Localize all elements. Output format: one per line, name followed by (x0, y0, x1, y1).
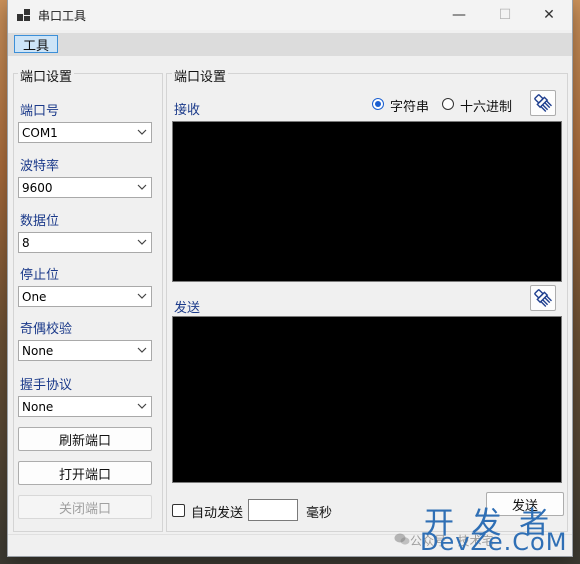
close-port-button[interactable]: 关闭端口 (18, 495, 152, 519)
chevron-down-icon (137, 239, 147, 245)
chevron-down-icon (137, 293, 147, 299)
menu-item-tools[interactable]: 工具 (14, 35, 58, 54)
auto-send-label[interactable]: 自动发送 (191, 502, 243, 521)
parity-select[interactable]: None (18, 340, 152, 361)
interval-input[interactable] (248, 499, 298, 521)
stopbits-label: 停止位 (20, 268, 60, 283)
chevron-down-icon (137, 347, 147, 353)
open-port-button[interactable]: 打开端口 (18, 461, 152, 485)
watermark: 开 发 者 公众号 · 技术宅 DevZe.CoM (380, 498, 570, 558)
string-mode-radio[interactable] (372, 98, 384, 110)
port-label: 端口号 (20, 104, 60, 119)
refresh-port-button[interactable]: 刷新端口 (18, 427, 152, 451)
handshake-label: 握手协议 (20, 378, 73, 393)
title-bar: 串口工具 — ☐ ✕ (8, 0, 572, 30)
parity-label: 奇偶校验 (20, 322, 73, 337)
window-title: 串口工具 (38, 9, 87, 23)
brush-icon (534, 94, 552, 112)
menu-bar: 工具 (8, 33, 572, 56)
receive-textarea[interactable] (172, 121, 562, 282)
interval-unit: 毫秒 (306, 506, 333, 521)
handshake-select-value: None (22, 400, 54, 414)
brush-icon (534, 289, 552, 307)
wechat-icon (394, 533, 410, 545)
databits-select[interactable]: 8 (18, 232, 152, 253)
port-settings-title: 端口设置 (18, 66, 75, 85)
handshake-select[interactable]: None (18, 396, 152, 417)
maximize-button[interactable]: ☐ (482, 0, 528, 30)
stopbits-select-value: One (22, 290, 47, 304)
baud-label: 波特率 (20, 159, 60, 174)
app-window: 串口工具 — ☐ ✕ 工具 端口设置 端口号 COM1 波特率 9600 数据位… (8, 0, 572, 556)
io-group-title: 端口设置 (172, 66, 229, 85)
auto-send-checkbox[interactable] (172, 504, 185, 517)
databits-label: 数据位 (20, 214, 60, 229)
receive-label: 接收 (174, 103, 201, 118)
databits-select-value: 8 (22, 236, 30, 250)
string-mode-label[interactable]: 字符串 (390, 96, 429, 115)
stopbits-select[interactable]: One (18, 286, 152, 307)
clear-receive-button[interactable] (530, 90, 556, 116)
chevron-down-icon (137, 129, 147, 135)
send-label: 发送 (174, 301, 201, 316)
hex-mode-radio[interactable] (442, 98, 454, 110)
hex-mode-label[interactable]: 十六进制 (460, 96, 512, 115)
watermark-bottom-text: DevZe.CoM (420, 528, 568, 556)
send-textarea[interactable] (172, 316, 562, 483)
parity-select-value: None (22, 344, 54, 358)
port-select-value: COM1 (22, 126, 58, 140)
chevron-down-icon (137, 184, 147, 190)
baud-select[interactable]: 9600 (18, 177, 152, 198)
port-select[interactable]: COM1 (18, 122, 152, 143)
close-button[interactable]: ✕ (526, 0, 572, 30)
baud-select-value: 9600 (22, 181, 53, 195)
minimize-button[interactable]: — (436, 0, 482, 30)
clear-send-button[interactable] (530, 285, 556, 311)
chevron-down-icon (137, 403, 147, 409)
app-grid-icon (17, 9, 30, 21)
